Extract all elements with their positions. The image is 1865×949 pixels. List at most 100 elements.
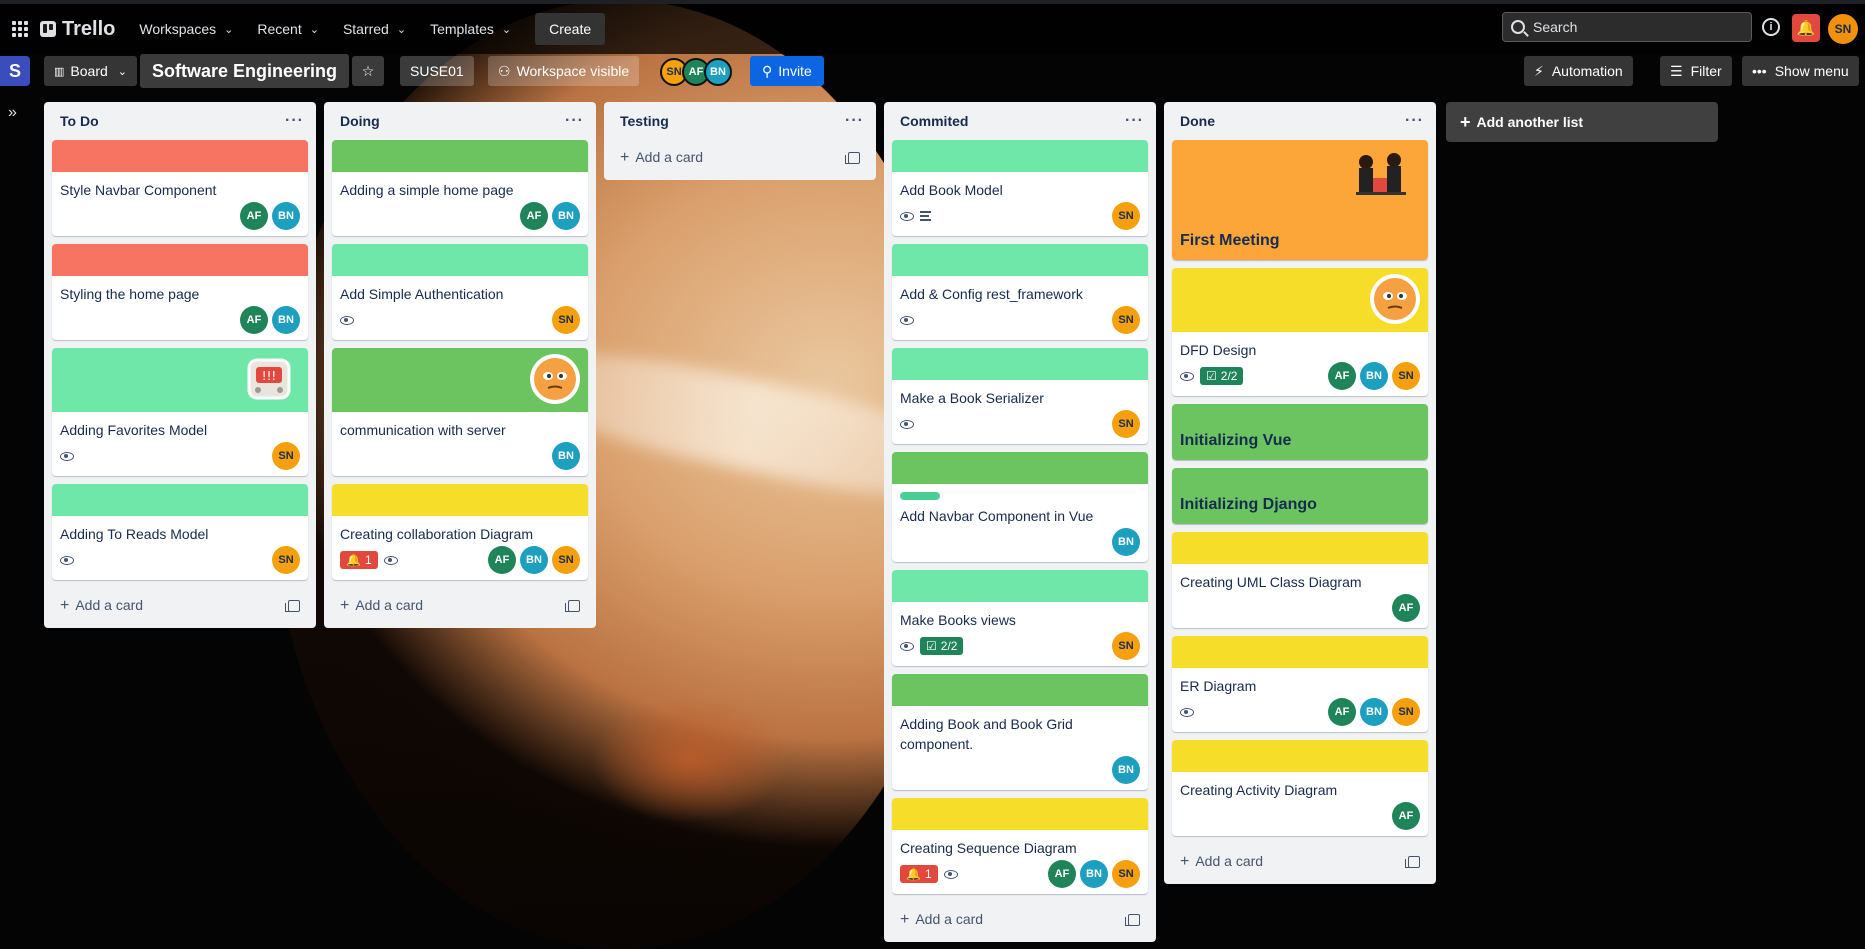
avatar[interactable]: AF: [1392, 802, 1420, 830]
due-alert-badge[interactable]: 🔔 1: [340, 551, 378, 569]
search-input[interactable]: [1533, 19, 1733, 35]
card[interactable]: Creating Sequence Diagram 🔔 1 AF BN SN: [892, 798, 1148, 894]
avatar[interactable]: AF: [488, 546, 516, 574]
avatar[interactable]: SN: [552, 306, 580, 334]
avatar[interactable]: SN: [1112, 410, 1140, 438]
add-card-button[interactable]: + Add a card: [612, 140, 868, 176]
user-avatar[interactable]: SN: [1828, 14, 1858, 44]
menu-recent[interactable]: Recent ⌄: [247, 13, 329, 45]
avatar[interactable]: AF: [1048, 860, 1076, 888]
board-members[interactable]: SN AF BN: [660, 58, 732, 86]
list-title[interactable]: To Do: [60, 113, 99, 129]
add-card-button[interactable]: + Add a card: [52, 588, 308, 624]
avatar[interactable]: AF: [1328, 698, 1356, 726]
info-icon[interactable]: i: [1762, 18, 1780, 36]
card-template-icon[interactable]: [1405, 856, 1420, 868]
avatar[interactable]: BN: [1112, 528, 1140, 556]
card-template-icon[interactable]: [285, 600, 300, 612]
workspace-badge[interactable]: S: [0, 56, 30, 86]
add-card-button[interactable]: + Add a card: [332, 588, 588, 624]
avatar[interactable]: AF: [240, 202, 268, 230]
card[interactable]: Initializing Django: [1172, 468, 1428, 524]
card[interactable]: ER Diagram AF BN SN: [1172, 636, 1428, 732]
list-menu-icon[interactable]: ···: [845, 112, 864, 130]
card[interactable]: Creating Activity Diagram AF: [1172, 740, 1428, 836]
expand-sidebar-icon[interactable]: »: [8, 104, 17, 122]
list-title[interactable]: Commited: [900, 113, 968, 129]
avatar[interactable]: BN: [272, 306, 300, 334]
show-menu-button[interactable]: ••• Show menu: [1742, 56, 1859, 86]
card[interactable]: Creating collaboration Diagram 🔔 1 AF BN SN: [332, 484, 588, 580]
search-box[interactable]: [1502, 12, 1752, 42]
card[interactable]: Add Simple Authentication SN: [332, 244, 588, 340]
due-alert-badge[interactable]: 🔔 1: [900, 865, 938, 883]
avatar[interactable]: AF: [240, 306, 268, 334]
avatar[interactable]: BN: [704, 58, 732, 86]
card-template-icon[interactable]: [565, 600, 580, 612]
card-template-icon[interactable]: [845, 152, 860, 164]
card[interactable]: Initializing Vue: [1172, 404, 1428, 460]
apps-grid-icon[interactable]: [4, 13, 36, 45]
card[interactable]: Add Navbar Component in Vue BN: [892, 452, 1148, 562]
list-menu-icon[interactable]: ···: [285, 112, 304, 130]
card[interactable]: Make Books views ☑ 2/2 SN: [892, 570, 1148, 666]
avatar[interactable]: BN: [520, 546, 548, 574]
add-card-button[interactable]: + Add a card: [1172, 844, 1428, 880]
avatar[interactable]: BN: [1360, 362, 1388, 390]
avatar[interactable]: BN: [272, 202, 300, 230]
visibility-button[interactable]: ⚇ Workspace visible: [488, 56, 640, 86]
add-card-button[interactable]: + Add a card: [892, 902, 1148, 938]
avatar[interactable]: BN: [552, 442, 580, 470]
invite-button[interactable]: ⚲ Invite: [750, 56, 824, 86]
avatar[interactable]: BN: [552, 202, 580, 230]
list-title[interactable]: Doing: [340, 113, 380, 129]
card[interactable]: Style Navbar Component AF BN: [52, 140, 308, 236]
notification-bell-icon[interactable]: 🔔: [1792, 14, 1820, 42]
card-label[interactable]: [900, 492, 940, 500]
list-menu-icon[interactable]: ···: [1405, 112, 1424, 130]
avatar[interactable]: SN: [1112, 860, 1140, 888]
avatar[interactable]: BN: [1080, 860, 1108, 888]
card[interactable]: communication with server BN: [332, 348, 588, 476]
avatar[interactable]: SN: [552, 546, 580, 574]
board-view-switcher[interactable]: ▥ Board ⌄: [44, 56, 137, 86]
workspace-name-button[interactable]: SUSE01: [400, 56, 474, 86]
list-title[interactable]: Done: [1180, 113, 1215, 129]
filter-button[interactable]: ☰ Filter: [1660, 56, 1732, 86]
avatar[interactable]: AF: [520, 202, 548, 230]
avatar[interactable]: SN: [272, 546, 300, 574]
star-board-button[interactable]: ☆: [352, 56, 384, 86]
create-button[interactable]: Create: [535, 13, 606, 45]
avatar[interactable]: SN: [1112, 632, 1140, 660]
card[interactable]: !!! Adding Favorites Model SN: [52, 348, 308, 476]
card[interactable]: Add & Config rest_framework SN: [892, 244, 1148, 340]
card[interactable]: First Meeting: [1172, 140, 1428, 260]
card[interactable]: Adding To Reads Model SN: [52, 484, 308, 580]
avatar[interactable]: BN: [1360, 698, 1388, 726]
card[interactable]: Adding a simple home page AF BN: [332, 140, 588, 236]
avatar[interactable]: SN: [1392, 698, 1420, 726]
card[interactable]: Add Book Model SN: [892, 140, 1148, 236]
avatar[interactable]: SN: [1392, 362, 1420, 390]
board-title[interactable]: Software Engineering: [140, 54, 350, 88]
list-menu-icon[interactable]: ···: [1125, 112, 1144, 130]
menu-templates[interactable]: Templates ⌄: [420, 13, 521, 45]
trello-logo[interactable]: Trello: [40, 18, 115, 41]
card[interactable]: Creating UML Class Diagram AF: [1172, 532, 1428, 628]
card[interactable]: DFD Design ☑ 2/2 AF BN SN: [1172, 268, 1428, 396]
menu-workspaces[interactable]: Workspaces ⌄: [129, 13, 243, 45]
menu-starred[interactable]: Starred ⌄: [333, 13, 416, 45]
list-menu-icon[interactable]: ···: [565, 112, 584, 130]
automation-button[interactable]: ⚡ Automation: [1524, 56, 1633, 86]
avatar[interactable]: BN: [1112, 756, 1140, 784]
avatar[interactable]: AF: [1328, 362, 1356, 390]
card-template-icon[interactable]: [1125, 914, 1140, 926]
avatar[interactable]: SN: [1112, 306, 1140, 334]
card[interactable]: Styling the home page AF BN: [52, 244, 308, 340]
card[interactable]: Adding Book and Book Grid component. BN: [892, 674, 1148, 790]
card[interactable]: Make a Book Serializer SN: [892, 348, 1148, 444]
list-title[interactable]: Testing: [620, 113, 669, 129]
avatar[interactable]: SN: [1112, 202, 1140, 230]
avatar[interactable]: AF: [1392, 594, 1420, 622]
avatar[interactable]: SN: [272, 442, 300, 470]
